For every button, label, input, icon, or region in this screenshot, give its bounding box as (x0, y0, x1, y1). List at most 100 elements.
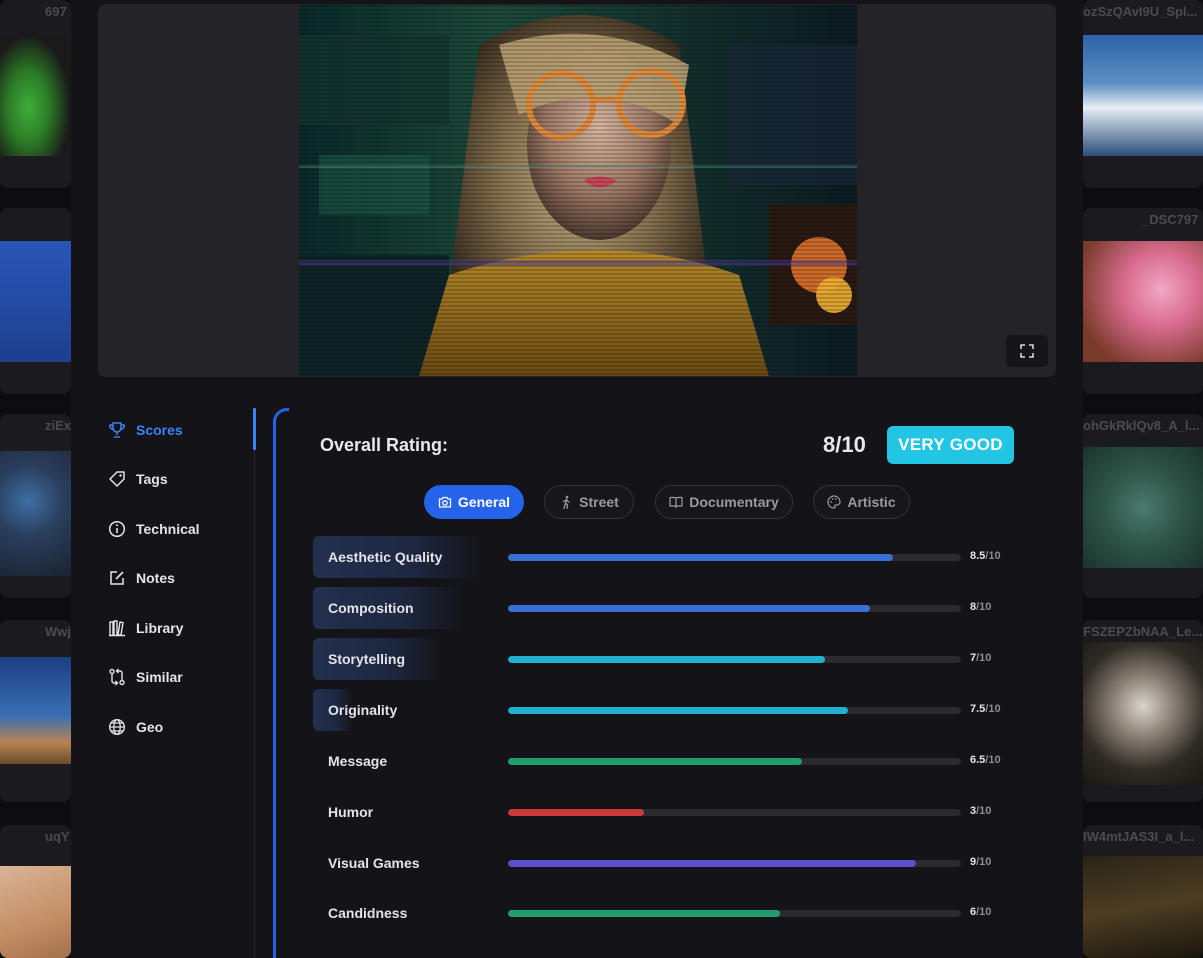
gallery-thumbnail (1083, 35, 1203, 156)
score-criterion-label: Visual Games (328, 855, 420, 871)
score-bar-track (508, 656, 961, 663)
gallery-card-caption: Wwj (45, 624, 71, 639)
fullscreen-button[interactable] (1006, 335, 1048, 367)
photo-artwork (299, 5, 857, 376)
gallery-card[interactable]: _DSC797 (1083, 208, 1203, 394)
book-icon (669, 496, 683, 509)
gallery-card[interactable]: IW4mtJAS3I_a_l... (1083, 825, 1203, 958)
score-row: Visual Games 9/10 (313, 842, 1013, 884)
gallery-thumbnail (0, 241, 71, 362)
score-value: 3/10 (970, 805, 991, 817)
gallery-thumbnail (0, 657, 71, 764)
sidebar-item-notes[interactable]: Notes (98, 554, 255, 604)
gallery-card[interactable]: ziEx (0, 414, 71, 598)
score-bar-fill (508, 758, 803, 765)
main-photo[interactable] (299, 5, 857, 376)
gallery-thumbnail (1083, 642, 1203, 785)
score-bar-track (508, 809, 961, 816)
gallery-card[interactable]: FSZEPZbNAA_Le... (1083, 620, 1203, 802)
score-max: /10 (976, 805, 992, 817)
gallery-card[interactable]: ohGkRklQv8_A_l... (1083, 414, 1203, 598)
overall-rating-value: 8/10 (823, 432, 866, 457)
score-row: Aesthetic Quality 8.5/10 (313, 536, 1013, 578)
score-value: 7.5/10 (970, 703, 1001, 715)
gallery-thumbnail (1083, 447, 1203, 568)
image-viewer (98, 4, 1056, 377)
sidebar-item-geo[interactable]: Geo (98, 702, 255, 752)
score-max: /10 (976, 856, 992, 868)
library-icon (109, 620, 125, 636)
gallery-card[interactable]: ozSzQAvI9U_Spl... (1083, 0, 1203, 188)
gallery-card[interactable]: uqY (0, 825, 71, 958)
panel-accent-bar (273, 420, 276, 958)
score-row: Message 6.5/10 (313, 740, 1013, 782)
score-value: 6/10 (970, 906, 991, 918)
score-criterion-label: Composition (328, 600, 414, 616)
gallery-card-caption: 697 (45, 4, 67, 19)
score-number: 7.5 (970, 703, 986, 715)
sidebar-item-tags[interactable]: Tags (98, 455, 255, 505)
score-bar-track (508, 910, 961, 917)
score-bar-track (508, 860, 961, 867)
gallery-card-caption: _DSC797 (1142, 212, 1199, 227)
tag-icon (109, 471, 125, 487)
gallery-card[interactable] (0, 208, 71, 394)
tab-general[interactable]: General (424, 485, 524, 519)
gallery-card[interactable]: Wwj (0, 620, 71, 802)
sidebar-item-label: Notes (136, 570, 175, 587)
score-max: /10 (976, 601, 992, 613)
palette-icon (827, 495, 841, 509)
score-criterion-label: Storytelling (328, 651, 406, 667)
score-value: 7/10 (970, 652, 991, 664)
sidebar-item-similar[interactable]: Similar (98, 653, 255, 703)
score-row: Composition 8/10 (313, 587, 1013, 629)
gallery-card-caption: ozSzQAvI9U_Spl... (1083, 4, 1198, 19)
gallery-card-caption: uqY (45, 829, 70, 844)
score-row: Humor 3/10 (313, 791, 1013, 833)
rating-verdict-badge: VERY GOOD (887, 426, 1014, 464)
tab-label: Street (579, 494, 619, 510)
score-criterion-label: Humor (328, 804, 374, 820)
tab-street[interactable]: Street (544, 485, 634, 519)
sidebar-item-label: Geo (136, 718, 164, 735)
score-number: 8.5 (970, 550, 986, 562)
gallery-thumbnail (0, 866, 71, 958)
score-value: 6.5/10 (970, 754, 1001, 766)
gallery-card[interactable]: 697 (0, 0, 71, 188)
globe-icon (108, 718, 126, 735)
tab-documentary[interactable]: Documentary (655, 485, 793, 519)
gallery-thumbnail (0, 35, 71, 156)
score-row: Originality 7.5/10 (313, 689, 1013, 731)
walking-icon (563, 495, 570, 509)
score-bar-fill (508, 707, 848, 714)
compare-icon (109, 668, 125, 686)
camera-icon (438, 496, 452, 508)
gallery-card-caption: FSZEPZbNAA_Le... (1083, 624, 1203, 639)
sidebar-item-library[interactable]: Library (98, 603, 255, 653)
score-bar-fill (508, 809, 644, 816)
score-criterion-label: Message (328, 753, 388, 769)
fullscreen-icon (1020, 344, 1034, 358)
sidebar-item-label: Scores (136, 421, 183, 438)
score-criterion-label: Originality (328, 702, 398, 718)
sidebar-item-label: Similar (136, 669, 183, 686)
score-value: 9/10 (970, 856, 991, 868)
score-max: /10 (985, 703, 1001, 715)
sidebar-item-scores[interactable]: Scores (98, 405, 255, 455)
score-max: /10 (976, 652, 992, 664)
score-bar-track (508, 707, 961, 714)
tab-artistic[interactable]: Artistic (813, 485, 910, 519)
overall-rating-label: Overall Rating: (320, 435, 449, 455)
sidebar-item-technical[interactable]: Technical (98, 504, 255, 554)
score-row: Candidness 6/10 (313, 892, 1013, 934)
score-bar-fill (508, 860, 916, 867)
details-sidebar: Scores Tags Technical Notes Library Simi… (98, 405, 255, 752)
score-max: /10 (985, 550, 1001, 562)
sidebar-item-label: Technical (136, 520, 200, 537)
tab-label: Artistic (847, 494, 896, 510)
score-bar-fill (508, 656, 826, 663)
score-bar-track (508, 605, 961, 612)
trophy-icon (109, 422, 125, 438)
score-bar-track (508, 758, 961, 765)
sidebar-item-label: Library (136, 619, 184, 636)
